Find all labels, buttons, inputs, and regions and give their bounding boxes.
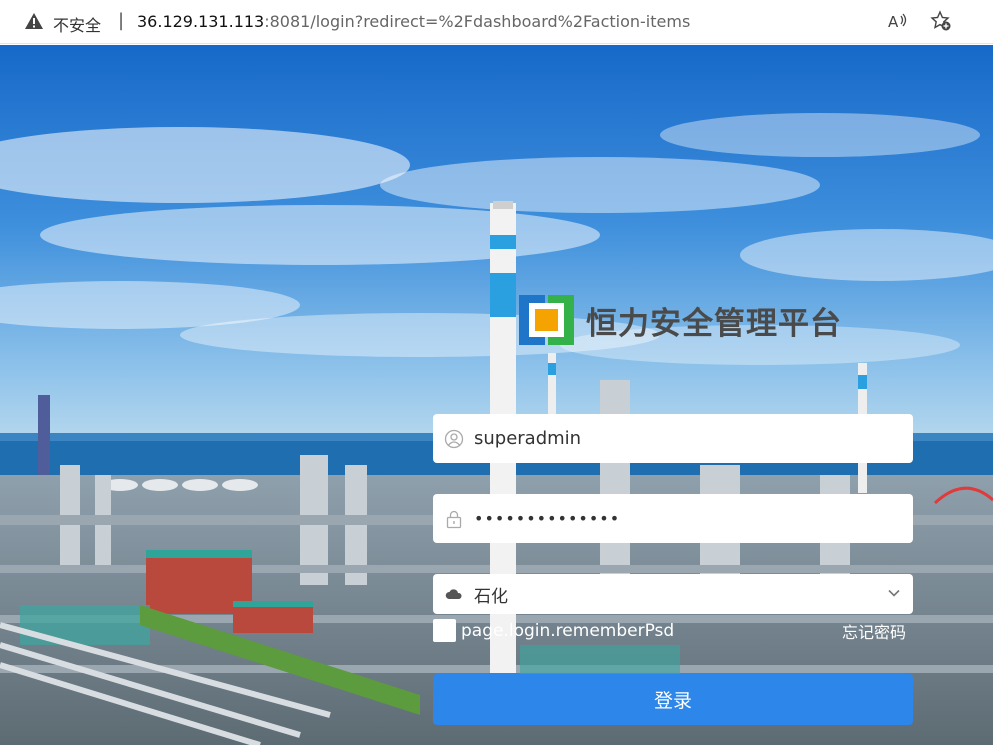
- brand-title: 恒力安全管理平台: [586, 305, 842, 342]
- warning-icon[interactable]: [24, 11, 44, 31]
- read-aloud-icon[interactable]: A: [886, 10, 908, 32]
- favorites-add-icon[interactable]: [930, 10, 952, 32]
- remember-password[interactable]: page.login.rememberPsd: [433, 619, 674, 642]
- url-bar[interactable]: 不安全 | 36.129.131.113:8081/login?redirect…: [8, 3, 970, 38]
- remember-label[interactable]: page.login.rememberPsd: [461, 621, 674, 641]
- logo-mark-icon: [519, 295, 574, 345]
- username-value: superadmin: [474, 428, 582, 449]
- brand-logo: 恒力安全管理平台: [519, 295, 842, 345]
- cloud-icon: [445, 589, 462, 599]
- url-text[interactable]: 36.129.131.113:8081/login?redirect=%2Fda…: [137, 12, 690, 31]
- user-icon: [444, 429, 464, 448]
- password-field[interactable]: ••••••••••••••: [433, 494, 913, 543]
- remember-checkbox[interactable]: [433, 619, 456, 642]
- url-separator: |: [118, 10, 125, 31]
- forgot-password-link[interactable]: 忘记密码: [842, 619, 906, 643]
- browser-address-bar: 不安全 | 36.129.131.113:8081/login?redirect…: [0, 0, 993, 44]
- username-field[interactable]: superadmin: [433, 414, 913, 463]
- password-value: ••••••••••••••: [474, 509, 621, 528]
- lock-icon: [446, 510, 462, 528]
- login-button[interactable]: 登录: [433, 674, 913, 725]
- svg-text:A: A: [888, 13, 899, 31]
- chevron-down-icon[interactable]: [887, 586, 901, 600]
- tenant-value: 石化: [474, 586, 508, 607]
- url-host: 36.129.131.113: [137, 12, 265, 31]
- url-path: :8081/login?redirect=%2Fdashboard%2Facti…: [264, 12, 691, 31]
- tenant-select[interactable]: 石化: [433, 574, 913, 614]
- insecure-label[interactable]: 不安全: [53, 12, 101, 36]
